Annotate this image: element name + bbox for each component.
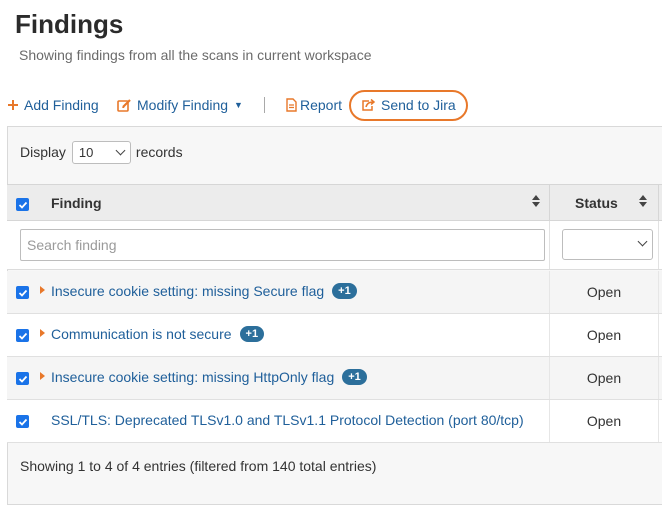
page-subtitle: Showing findings from all the scans in c… <box>19 47 372 63</box>
report-button[interactable]: Report <box>286 92 342 118</box>
checkbox-checked-icon <box>18 201 27 209</box>
table-header: Finding Status <box>7 184 662 221</box>
column-divider <box>549 185 550 220</box>
search-finding-input[interactable]: Search finding <box>20 229 545 261</box>
column-divider <box>658 221 659 269</box>
status-cell: Open <box>586 284 622 300</box>
sort-icon[interactable] <box>639 194 647 212</box>
edit-icon <box>117 98 132 112</box>
count-badge: +1 <box>239 326 265 342</box>
status-cell: Open <box>586 327 622 343</box>
count-badge: +1 <box>332 283 357 299</box>
status-filter-select[interactable] <box>562 229 653 260</box>
row-checkbox[interactable] <box>16 415 29 428</box>
chevron-down-icon <box>637 236 648 247</box>
records-per-page: Display 10 records <box>20 140 183 164</box>
column-divider <box>658 357 659 399</box>
column-divider <box>658 314 659 356</box>
page-title: Findings <box>15 9 124 39</box>
document-icon <box>286 98 297 112</box>
checkbox-checked-icon <box>18 332 27 340</box>
row-checkbox[interactable] <box>16 372 29 385</box>
length-label-after: records <box>135 144 183 160</box>
finding-link[interactable]: Insecure cookie setting: missing HttpOnl… <box>51 369 334 385</box>
modify-finding-label: Modify Finding <box>137 97 229 113</box>
checkbox-checked-icon <box>18 289 27 297</box>
caret-right-icon[interactable] <box>40 286 45 294</box>
count-badge: +1 <box>342 369 367 385</box>
finding-link[interactable]: Communication is not secure <box>51 326 232 342</box>
report-label: Report <box>300 97 343 113</box>
caret-right-icon[interactable] <box>40 372 45 380</box>
column-divider <box>658 185 659 220</box>
finding-name[interactable]: Communication is not secure +1 <box>51 326 265 342</box>
finding-link[interactable]: Insecure cookie setting: missing Secure … <box>51 283 324 299</box>
chevron-down-icon: ▼ <box>234 100 243 110</box>
jira-highlight-ring <box>349 90 468 121</box>
records-per-page-select[interactable]: 10 <box>71 140 131 164</box>
filter-row: Search finding <box>7 221 662 270</box>
records-per-page-value: 10 <box>78 144 94 160</box>
modify-finding-dropdown[interactable]: Modify Finding ▼ <box>117 92 243 118</box>
select-all-checkbox[interactable] <box>16 198 29 211</box>
chevron-down-icon <box>115 145 126 155</box>
sort-icon[interactable] <box>532 194 540 212</box>
finding-name[interactable]: SSL/TLS: Deprecated TLSv1.0 and TLSv1.1 … <box>51 412 524 428</box>
toolbar-divider <box>264 97 265 113</box>
toolbar: Add Finding Modify Finding ▼ Report Send… <box>0 92 662 118</box>
column-header-status[interactable]: Status <box>575 195 618 211</box>
row-checkbox[interactable] <box>16 286 29 299</box>
status-cell: Open <box>586 370 622 386</box>
checkbox-checked-icon <box>18 418 27 426</box>
row-checkbox[interactable] <box>16 329 29 342</box>
length-label-before: Display <box>20 144 66 160</box>
add-finding-label: Add Finding <box>24 97 99 113</box>
column-divider <box>549 221 550 269</box>
table-row[interactable]: Communication is not secure +1 Open <box>7 314 662 357</box>
table-row[interactable]: SSL/TLS: Deprecated TLSv1.0 and TLSv1.1 … <box>7 400 662 443</box>
table-row[interactable]: Insecure cookie setting: missing Secure … <box>7 271 662 314</box>
add-finding-button[interactable]: Add Finding <box>7 92 99 118</box>
finding-link[interactable]: SSL/TLS: Deprecated TLSv1.0 and TLSv1.1 … <box>51 412 524 428</box>
column-divider <box>658 400 659 442</box>
table-row[interactable]: Insecure cookie setting: missing HttpOnl… <box>7 357 662 400</box>
table-info: Showing 1 to 4 of 4 entries (filtered fr… <box>20 458 377 474</box>
checkbox-checked-icon <box>18 375 27 383</box>
finding-name[interactable]: Insecure cookie setting: missing HttpOnl… <box>51 369 367 385</box>
column-header-finding[interactable]: Finding <box>51 195 102 211</box>
finding-name[interactable]: Insecure cookie setting: missing Secure … <box>51 283 357 299</box>
caret-right-icon[interactable] <box>40 329 45 337</box>
column-divider <box>658 271 659 313</box>
status-cell: Open <box>586 413 622 429</box>
plus-icon <box>7 99 19 111</box>
